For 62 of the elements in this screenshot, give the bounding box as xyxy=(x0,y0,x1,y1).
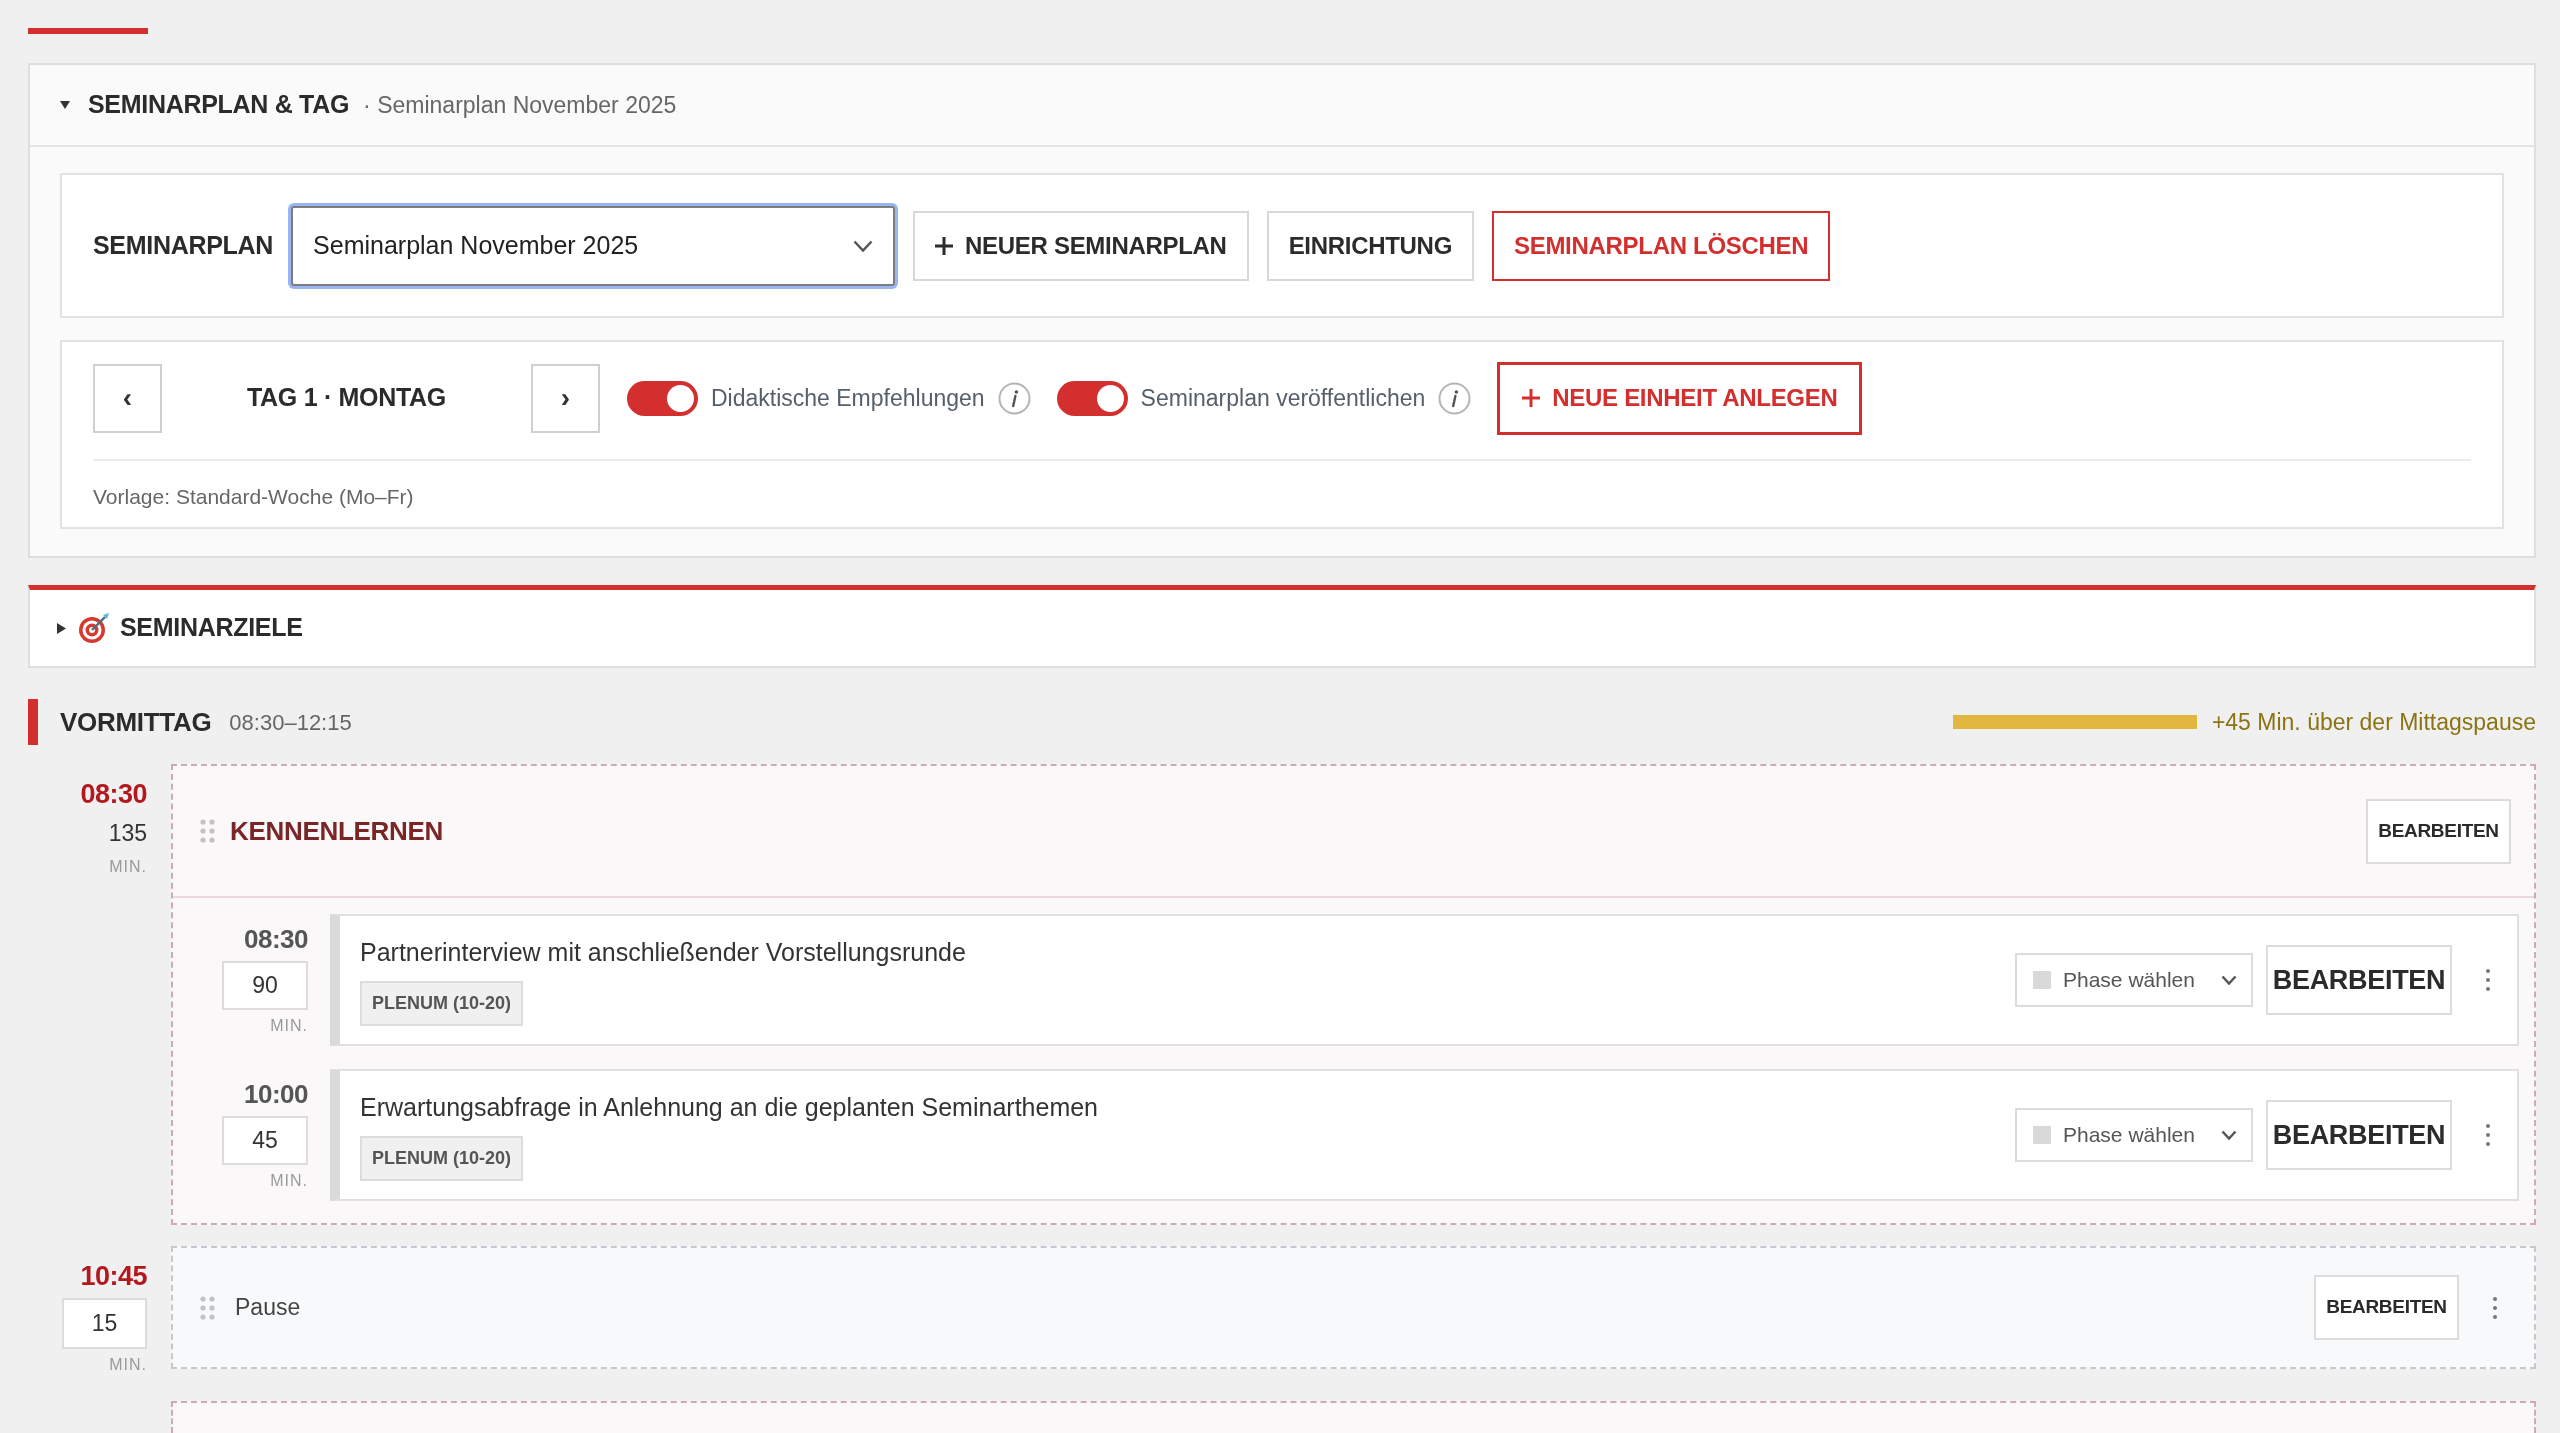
delete-button[interactable]: SEMINARPLAN LÖSCHEN xyxy=(1492,210,1831,281)
swatch-icon xyxy=(2033,971,2051,989)
activity-title: Erwartungsabfrage in Anlehnung an die geplanten Seminarthemen xyxy=(360,1091,1099,1123)
field-label: SEMINARPLAN xyxy=(93,229,274,261)
plus-icon xyxy=(1522,389,1541,407)
phase-select[interactable]: Phase wählen xyxy=(2015,953,2253,1007)
edit-button[interactable]: BEARBEITEN xyxy=(2366,798,2511,864)
plus-icon xyxy=(935,236,954,255)
edit-button[interactable]: BEARBEITEN xyxy=(2266,1100,2452,1170)
caret-down-icon[interactable] xyxy=(60,101,70,109)
panel-title: SEMINARZIELE xyxy=(120,612,303,644)
target-icon xyxy=(78,612,110,644)
toggle-switch[interactable] xyxy=(627,380,698,416)
add-button[interactable]: NEUER SEMINARPLAN xyxy=(913,210,1249,281)
setup-button[interactable]: EINRICHTUNG xyxy=(1266,210,1474,281)
next-day-button[interactable]: › xyxy=(531,363,600,433)
activity-title: Partnerinterview mit anschließender Vorstellungsrunde xyxy=(360,936,967,968)
start-time: 10:00 xyxy=(244,1079,308,1111)
plan-select[interactable]: Seminarplan November 2025 xyxy=(291,205,896,286)
duration-field[interactable]: 45 xyxy=(222,1116,308,1166)
toggle-label: Didaktische Empfehlungen xyxy=(711,383,985,413)
section-title: VORMITTAG xyxy=(60,705,212,739)
format-tag: PLENUM (10-20) xyxy=(360,1136,524,1182)
time-range: 08:30–12:15 xyxy=(229,708,352,737)
phase-select[interactable]: Phase wählen xyxy=(2015,1108,2253,1162)
kebab-menu-icon[interactable] xyxy=(2492,1295,2498,1320)
info-icon[interactable] xyxy=(1438,381,1472,415)
unit-label: MIN. xyxy=(109,1355,147,1376)
overtime-note: +45 Min. über der Mittagspause xyxy=(2211,707,2536,737)
duration-field[interactable]: 90 xyxy=(222,961,308,1011)
kebab-menu-icon[interactable] xyxy=(2485,1123,2491,1147)
start-time: 08:30 xyxy=(244,924,308,956)
previous-day-button[interactable]: ‹ xyxy=(93,363,162,433)
toggle-label: Seminarplan veröffentlichen xyxy=(1140,383,1426,413)
caret-right-icon[interactable] xyxy=(57,622,66,634)
day-label: TAG 1 · MONTAG xyxy=(246,382,447,414)
unit-label: MIN. xyxy=(270,1171,308,1192)
edit-button[interactable]: BEARBEITEN xyxy=(2314,1275,2459,1340)
new-unit-button[interactable]: NEUE EINHEIT ANLEGEN xyxy=(1497,361,1863,435)
chevron-down-icon xyxy=(2221,975,2237,985)
group-title: KENNENLERNEN xyxy=(230,814,444,848)
kebab-menu-icon[interactable] xyxy=(2485,968,2491,992)
start-time: 08:30 xyxy=(80,778,147,811)
unit-label: MIN. xyxy=(270,1016,308,1037)
duration-field[interactable]: 15 xyxy=(62,1298,147,1350)
template-note: Vorlage: Standard-Woche (Mo–Fr) xyxy=(93,484,415,510)
panel-title: SEMINARPLAN & TAG xyxy=(88,89,350,121)
drag-handle-icon[interactable] xyxy=(200,819,215,843)
break-title: Pause xyxy=(235,1293,301,1323)
panel-subtitle: · Seminarplan November 2025 xyxy=(363,90,677,120)
format-tag: PLENUM (10-20) xyxy=(360,981,524,1027)
chevron-down-icon xyxy=(853,239,874,252)
chevron-down-icon xyxy=(2221,1130,2237,1140)
unit-label: MIN. xyxy=(109,856,147,877)
swatch-icon xyxy=(2033,1126,2051,1144)
section-marker xyxy=(28,699,38,745)
info-icon[interactable] xyxy=(997,381,1031,415)
edit-button[interactable]: BEARBEITEN xyxy=(2266,945,2452,1015)
start-time: 10:45 xyxy=(80,1260,147,1293)
duration-text: 135 xyxy=(108,819,147,849)
drag-handle-icon[interactable] xyxy=(200,1295,215,1320)
toggle-switch[interactable] xyxy=(1056,380,1128,416)
